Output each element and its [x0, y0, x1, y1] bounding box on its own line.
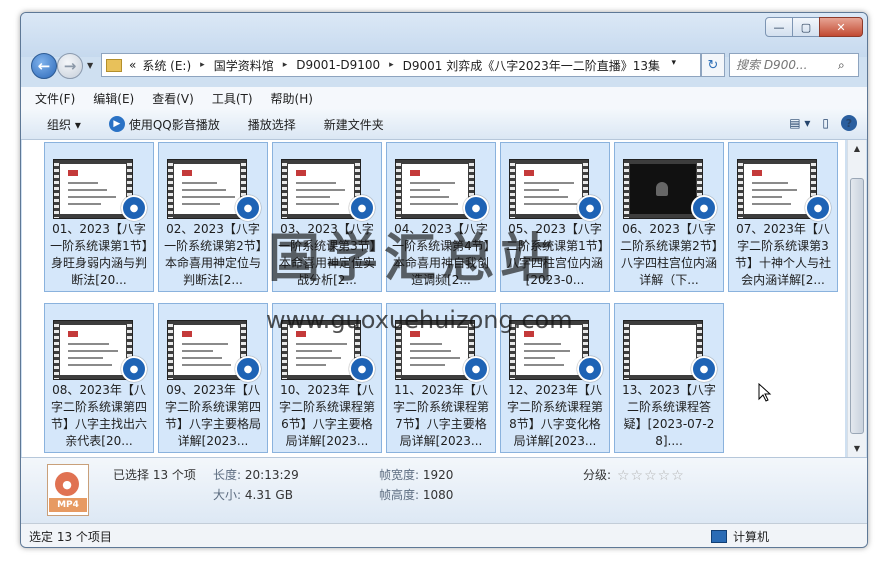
folder-icon — [106, 58, 122, 72]
length-label: 长度: — [213, 468, 242, 482]
recent-pages-chevron-icon[interactable]: ▼ — [87, 61, 93, 70]
scrollbar-thumb[interactable] — [850, 178, 864, 434]
status-bar: 选定 13 个项目 计算机 — [21, 523, 867, 547]
search-icon[interactable]: ⌕ — [838, 58, 845, 73]
qq-player-badge-icon: ● — [121, 195, 147, 221]
film-reel-icon: ● — [55, 472, 79, 496]
file-name: 13、2023【八字二阶系统课程答疑】[2023-07-28].... — [622, 383, 716, 448]
qq-player-badge-icon: ● — [805, 195, 831, 221]
mouse-cursor-icon — [758, 383, 772, 402]
frame-width-label: 帧宽度: — [379, 468, 420, 482]
file-item[interactable]: ● 08、2023年【八字二阶系统课第四节】八字主找出六亲代表[20... — [44, 303, 154, 453]
breadcrumb-separator-icon[interactable]: ▸ — [383, 60, 400, 70]
address-bar[interactable]: « 系统 (E:) ▸ 国学资料馆 ▸ D9001-D9100 ▸ D9001 … — [101, 53, 701, 77]
command-bar-right: ▤ ▾ ▯ ? — [777, 115, 857, 131]
rating-label: 分级: — [583, 468, 612, 482]
breadcrumb-folder-library[interactable]: 国学资料馆 — [211, 57, 277, 74]
qq-player-icon: ▶ — [108, 116, 125, 132]
scroll-up-icon[interactable]: ▲ — [848, 140, 866, 157]
file-name: 12、2023年【八字二阶系统课程第8节】八字变化格局详解[2023... — [506, 383, 603, 448]
search-box[interactable]: ⌕ — [729, 53, 859, 77]
qq-player-badge-icon: ● — [349, 356, 375, 382]
close-button[interactable]: ✕ — [819, 17, 863, 37]
file-name: 11、2023年【八字二阶系统课程第7节】八字主要格局详解[2023... — [392, 383, 489, 448]
address-row: ← → ▼ « 系统 (E:) ▸ 国学资料馆 ▸ D9001-D9100 ▸ … — [27, 49, 861, 79]
help-icon[interactable]: ? — [841, 115, 857, 131]
menu-bar: 文件(F) 编辑(E) 查看(V) 工具(T) 帮助(H) — [21, 87, 867, 109]
play-with-qq-label: 使用QQ影音播放 — [128, 117, 220, 132]
file-item[interactable]: ● 06、2023【八字二阶系统课第2节】八字四柱宫位内涵详解（下... — [614, 142, 724, 292]
vertical-scrollbar[interactable]: ▲ ▼ — [847, 140, 866, 457]
view-options-icon[interactable]: ▤ ▾ — [789, 116, 810, 130]
qq-player-badge-icon: ● — [235, 195, 261, 221]
size-value: 4.31 GB — [244, 488, 293, 502]
details-pane: ● MP4 已选择 13 个项 长度: 20:13:29 大小: 4.31 GB… — [21, 457, 867, 524]
computer-icon — [711, 529, 727, 543]
breadcrumb-drive[interactable]: 系统 (E:) — [139, 57, 194, 74]
minimize-button[interactable]: — — [765, 17, 793, 37]
file-name: 02、2023【八字一阶系统课第2节】本命喜用神定位与判断法[2... — [164, 222, 262, 287]
qq-player-badge-icon: ● — [235, 356, 261, 382]
file-name: 10、2023年【八字二阶系统课程第6节】八字主要格局详解[2023... — [278, 383, 375, 448]
frame-height-label: 帧高度: — [379, 488, 420, 502]
file-name: 09、2023年【八字二阶系统课第四节】八字主要格局详解[2023... — [164, 383, 261, 448]
address-dropdown-icon[interactable]: ▾ — [671, 58, 676, 68]
breadcrumb-folder-current[interactable]: D9001 刘弈成《八字2023年一二阶直播》13集 — [400, 57, 663, 74]
refresh-icon[interactable]: ↻ — [701, 53, 725, 77]
file-item[interactable]: ● 13、2023【八字二阶系统课程答疑】[2023-07-28].... — [614, 303, 724, 453]
preview-pane-icon[interactable]: ▯ — [822, 116, 829, 130]
file-name: 06、2023【八字二阶系统课第2节】八字四柱宫位内涵详解（下... — [620, 222, 718, 287]
qq-player-badge-icon: ● — [121, 356, 147, 382]
status-location: 计算机 — [733, 529, 770, 544]
frame-width-value: 1920 — [422, 468, 454, 482]
size-label: 大小: — [213, 488, 242, 502]
qq-player-badge-icon: ● — [577, 356, 603, 382]
organize-button[interactable]: 组织 ▾ — [47, 116, 81, 133]
menu-edit[interactable]: 编辑(E) — [93, 90, 134, 107]
qq-player-badge-icon: ● — [691, 195, 717, 221]
menu-help[interactable]: 帮助(H) — [271, 90, 313, 107]
file-item[interactable]: ● 02、2023【八字一阶系统课第2节】本命喜用神定位与判断法[2... — [158, 142, 268, 292]
file-item[interactable]: ● 07、2023年【八字二阶系统课第3节】十神个人与社会内涵详解[2... — [728, 142, 838, 292]
maximize-button[interactable]: ▢ — [792, 17, 820, 37]
qq-player-badge-icon: ● — [691, 356, 717, 382]
file-item[interactable]: ● 01、2023【八字一阶系统课第1节】身旺身弱内涵与判断法[20... — [44, 142, 154, 292]
file-name: 07、2023年【八字二阶系统课第3节】十神个人与社会内涵详解[2... — [734, 222, 831, 287]
play-selection-button[interactable]: 播放选择 — [248, 116, 296, 133]
breadcrumb-separator-icon[interactable]: ▸ — [277, 60, 294, 70]
selected-count: 已选择 13 个项 — [113, 468, 196, 482]
frame-height-value: 1080 — [422, 488, 454, 502]
qq-player-badge-icon: ● — [463, 356, 489, 382]
new-folder-button[interactable]: 新建文件夹 — [324, 116, 384, 133]
breadcrumb-overflow[interactable]: « — [126, 58, 139, 72]
forward-arrow-icon[interactable]: → — [57, 53, 83, 79]
command-bar: 组织 ▾ ▶ 使用QQ影音播放 播放选择 新建文件夹 ▤ ▾ ▯ ? — [21, 109, 867, 140]
breadcrumb-separator-icon[interactable]: ▸ — [194, 60, 211, 70]
file-item[interactable]: ● 09、2023年【八字二阶系统课第四节】八字主要格局详解[2023... — [158, 303, 268, 453]
scroll-down-icon[interactable]: ▼ — [848, 440, 866, 457]
file-type-label: MP4 — [49, 498, 87, 512]
play-with-qq-button[interactable]: ▶ 使用QQ影音播放 — [108, 116, 220, 133]
search-input[interactable] — [730, 57, 838, 73]
watermark-url: www.guoxuehuizong.com — [266, 306, 573, 334]
status-text: 选定 13 个项目 — [29, 529, 112, 544]
back-arrow-icon[interactable]: ← — [31, 53, 57, 79]
file-list: ● 01、2023【八字一阶系统课第1节】身旺身弱内涵与判断法[20... ● 02、… — [22, 140, 845, 457]
length-value: 20:13:29 — [244, 468, 299, 482]
menu-file[interactable]: 文件(F) — [35, 90, 75, 107]
menu-tools[interactable]: 工具(T) — [212, 90, 253, 107]
mp4-file-icon: ● MP4 — [47, 464, 91, 516]
file-name: 08、2023年【八字二阶系统课第四节】八字主找出六亲代表[20... — [50, 383, 147, 448]
watermark-title: 国学汇总站 — [268, 229, 559, 289]
window-controls: — ▢ ✕ — [765, 17, 863, 37]
breadcrumb-folder-range[interactable]: D9001-D9100 — [293, 58, 383, 72]
qq-player-badge-icon: ● — [577, 195, 603, 221]
menu-view[interactable]: 查看(V) — [152, 90, 194, 107]
file-name: 01、2023【八字一阶系统课第1节】身旺身弱内涵与判断法[20... — [50, 222, 148, 287]
rating-stars[interactable]: ☆☆☆☆☆ — [617, 468, 685, 484]
